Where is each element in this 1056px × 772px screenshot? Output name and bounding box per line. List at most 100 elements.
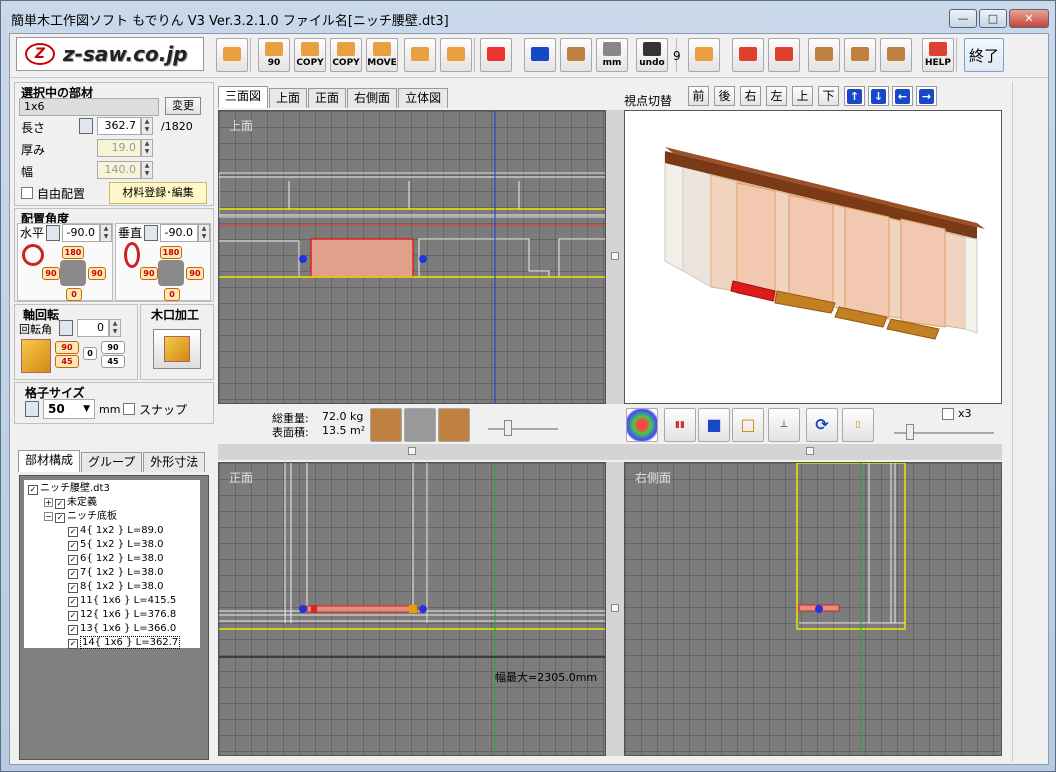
render-slider-thumb[interactable] — [906, 424, 914, 440]
tree-item[interactable]: ✓ 12{ 1x6 } L=376.8 — [68, 608, 176, 622]
mirror-button[interactable] — [404, 38, 436, 72]
maximize-button[interactable]: □ — [979, 9, 1007, 28]
viewpoint-arrow-2-icon[interactable]: ← — [892, 86, 913, 106]
tree-expander-icon[interactable]: − — [44, 512, 53, 521]
axis-btn-0[interactable]: 0 — [83, 347, 97, 360]
export-button[interactable] — [768, 38, 800, 72]
move-right-icon[interactable] — [438, 408, 470, 442]
delete-button[interactable] — [480, 38, 512, 72]
length-spinner[interactable]: ▲ ▼ — [141, 117, 153, 135]
tree-checkbox[interactable]: ✓ — [55, 499, 65, 509]
viewpoint-button-2[interactable]: 右 — [740, 86, 761, 106]
viewpoint-button-0[interactable]: 前 — [688, 86, 709, 106]
tree-item[interactable]: ✓ 13{ 1x6 } L=366.0 — [68, 622, 176, 636]
viewpoint-arrow-0-icon[interactable]: ↑ — [844, 86, 865, 106]
top-view[interactable]: 上面 — [218, 110, 606, 404]
snap-checkbox[interactable] — [123, 403, 135, 415]
viewpoint-button-5[interactable]: 下 — [818, 86, 839, 106]
rotate-view-icon[interactable]: ⟳ — [806, 408, 838, 442]
tree-item[interactable]: ✓ 11{ 1x6 } L=415.5 — [68, 594, 176, 608]
length-field[interactable]: 362.7 — [97, 117, 141, 135]
v-angle-90-left[interactable]: 90 — [140, 267, 158, 280]
tree-checkbox[interactable]: ✓ — [55, 513, 65, 523]
rotation-field[interactable]: 0 — [77, 319, 109, 337]
align-button[interactable] — [440, 38, 472, 72]
horizontal-spinner[interactable]: ▲ ▼ — [100, 224, 112, 242]
stats-slider-thumb[interactable] — [504, 420, 512, 436]
undo-button[interactable]: undo — [636, 38, 668, 72]
tree-checkbox[interactable]: ✓ — [68, 583, 78, 593]
h-angle-180[interactable]: 180 — [62, 246, 84, 259]
v-angle-90-right[interactable]: 90 — [186, 267, 204, 280]
tab-parts[interactable]: 部材構成 — [18, 450, 81, 472]
grid-size-select[interactable]: 50 ▼ — [43, 399, 95, 419]
h-angle-90-left[interactable]: 90 — [42, 267, 60, 280]
vertical-splitter-top[interactable] — [606, 110, 624, 404]
horizontal-calc-icon[interactable] — [46, 225, 60, 241]
tree-item[interactable]: ✓ 8{ 1x2 } L=38.0 — [68, 580, 163, 594]
v-angle-0[interactable]: 0 — [164, 288, 180, 301]
tree-item[interactable]: ✓ 6{ 1x2 } L=38.0 — [68, 552, 163, 566]
axis-btn-90-left[interactable]: 90 — [55, 341, 79, 354]
tab-group[interactable]: グループ — [81, 452, 143, 472]
length-calc-icon[interactable] — [79, 118, 93, 134]
h-angle-0[interactable]: 0 — [66, 288, 82, 301]
tab-front[interactable]: 正面 — [308, 88, 347, 108]
h-angle-90-right[interactable]: 90 — [88, 267, 106, 280]
horizontal-splitter[interactable] — [218, 444, 1002, 460]
tree-checkbox[interactable]: ✓ — [68, 639, 78, 649]
tree-checkbox[interactable]: ✓ — [68, 597, 78, 607]
viewpoint-button-3[interactable]: 左 — [766, 86, 787, 106]
rotate90-button[interactable]: 90 — [258, 38, 290, 72]
copy-button[interactable]: COPY — [294, 38, 326, 72]
tab-three-view[interactable]: 三面図 — [218, 86, 269, 108]
add-part-button[interactable] — [216, 38, 248, 72]
exit-button[interactable]: 終了 — [964, 38, 1004, 72]
color-icon[interactable] — [626, 408, 658, 442]
rotation-spinner[interactable]: ▲ ▼ — [109, 319, 121, 337]
tree-checkbox[interactable]: ✓ — [68, 625, 78, 635]
stats-slider-track[interactable] — [488, 428, 558, 430]
change-part-button[interactable]: 変更 — [165, 97, 201, 115]
tab-3d[interactable]: 立体図 — [398, 88, 449, 108]
axis-btn-45-left[interactable]: 45 — [55, 355, 79, 368]
tab-right[interactable]: 右側面 — [347, 88, 398, 108]
tree-item[interactable]: + ✓ 未定義 — [44, 496, 97, 510]
tab-top[interactable]: 上面 — [269, 88, 308, 108]
thickness-spinner[interactable]: ▲ ▼ — [141, 139, 153, 157]
vertical-field[interactable]: -90.0 — [160, 224, 198, 242]
frame-button[interactable] — [524, 38, 556, 72]
help-button[interactable]: HELP — [922, 38, 954, 72]
viewpoint-arrow-1-icon[interactable]: ↓ — [868, 86, 889, 106]
minimize-button[interactable]: — — [949, 9, 977, 28]
page-setup-button[interactable] — [808, 38, 840, 72]
zoom-x3-checkbox[interactable] — [942, 408, 954, 420]
tree-item[interactable]: ✓ 4{ 1x2 } L=89.0 — [68, 524, 163, 538]
vertical-spinner[interactable]: ▲ ▼ — [198, 224, 210, 242]
table-button[interactable] — [880, 38, 912, 72]
axis-btn-90-right[interactable]: 90 — [101, 341, 125, 354]
title-bar[interactable]: 簡単木工作図ソフト もでりん V3 Ver.3.2.1.0 ファイル名[ニッチ腰… — [1, 1, 1055, 33]
tree-item[interactable]: ✓ 14{ 1x6 } L=362.7 — [68, 636, 181, 650]
viewpoint-button-4[interactable]: 上 — [792, 86, 813, 106]
v-angle-180[interactable]: 180 — [160, 246, 182, 259]
tree-item[interactable]: ✓ 7{ 1x2 } L=38.0 — [68, 566, 163, 580]
copy-multi-button[interactable]: COPY — [330, 38, 362, 72]
vertical-splitter-bottom[interactable] — [606, 462, 624, 756]
solid-cube-icon[interactable]: ■ — [698, 408, 730, 442]
grid-panel-button[interactable] — [560, 38, 592, 72]
3d-view[interactable] — [624, 110, 1002, 404]
material-edit-button[interactable]: 材料登録･編集 — [109, 182, 207, 204]
viewpoint-arrow-3-icon[interactable]: → — [916, 86, 937, 106]
move-center-icon[interactable] — [404, 408, 436, 442]
thickness-field[interactable]: 19.0 — [97, 139, 141, 157]
import-button[interactable] — [732, 38, 764, 72]
part-flip-icon[interactable]: ▯ — [842, 408, 874, 442]
horizontal-field[interactable]: -90.0 — [62, 224, 100, 242]
width-field[interactable]: 140.0 — [97, 161, 141, 179]
viewpoint-button-1[interactable]: 後 — [714, 86, 735, 106]
tree-item[interactable]: ✓ ニッチ腰壁.dt3 — [28, 482, 110, 496]
tree-checkbox[interactable]: ✓ — [68, 555, 78, 565]
width-spinner[interactable]: ▲ ▼ — [141, 161, 153, 179]
woodcut-button[interactable] — [153, 329, 201, 369]
